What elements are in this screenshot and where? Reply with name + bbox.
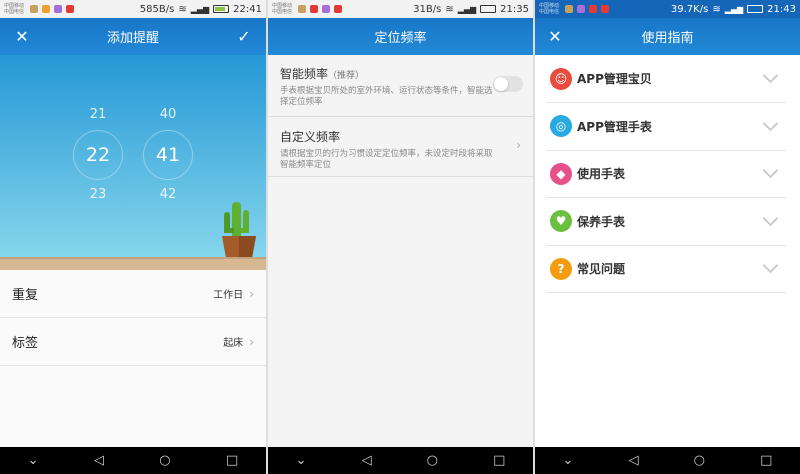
- nav-bar: ⌄ ◁ ○ □: [535, 447, 800, 474]
- notification-icon: [322, 5, 330, 13]
- recent-apps-icon[interactable]: □: [760, 453, 772, 468]
- guide-item[interactable]: ♥ 保养手表: [546, 198, 786, 246]
- battery-icon: [480, 5, 497, 13]
- guide-item[interactable]: ? 常见问题: [546, 245, 786, 293]
- home-icon[interactable]: ○: [427, 453, 438, 468]
- wifi-icon: ≋: [712, 3, 721, 15]
- guide-item-label: 常见问题: [577, 262, 626, 276]
- signal-icon: ▂▄▆: [457, 4, 477, 14]
- back-icon[interactable]: ◁: [94, 453, 104, 468]
- floor-decoration: [0, 257, 266, 270]
- notification-icon: [577, 5, 585, 13]
- close-icon[interactable]: ✕: [535, 18, 575, 55]
- guide-item[interactable]: ☺ APP管理宝贝: [546, 55, 786, 103]
- back-icon[interactable]: ◁: [629, 453, 639, 468]
- guide-item-icon: ☺: [550, 67, 572, 90]
- chevron-right-icon: ›: [249, 334, 254, 349]
- page-title: 定位频率: [374, 31, 427, 46]
- network-speed: 39.7K/s: [670, 3, 709, 15]
- app-header: ✕ 添加提醒 ✓: [0, 18, 266, 55]
- notification-icon: [334, 5, 342, 13]
- network-speed: 31B/s: [413, 3, 442, 15]
- guide-item-label: 保养手表: [577, 214, 626, 229]
- smart-frequency-toggle[interactable]: [493, 76, 523, 92]
- label-row[interactable]: 标签 起床 ›: [0, 318, 266, 366]
- battery-icon: [747, 5, 764, 13]
- repeat-row[interactable]: 重复 工作日 ›: [0, 270, 266, 318]
- chevron-down-icon[interactable]: ⌄: [296, 453, 307, 468]
- minute-selected[interactable]: 41: [143, 130, 193, 180]
- hour-next[interactable]: 23: [73, 187, 123, 202]
- notification-icon: [310, 5, 318, 13]
- page-title: 添加提醒: [106, 31, 159, 46]
- chevron-down-icon: [762, 210, 779, 226]
- notification-icon: [54, 5, 62, 13]
- hour-selected[interactable]: 22: [73, 130, 123, 180]
- chevron-down-icon: [762, 115, 779, 131]
- clock: 21:43: [767, 3, 796, 15]
- guide-item-label: APP管理手表: [577, 119, 652, 134]
- signal-icon: ▂▄▆: [190, 4, 210, 14]
- notification-icon: [565, 5, 573, 13]
- guide-item-label: 使用手表: [577, 167, 626, 181]
- guide-item-icon: ◎: [550, 115, 572, 137]
- notification-icon: [298, 5, 306, 13]
- status-bar: 中国移动 中国电信 31B/s ≋ ▂▄▆ 21:35: [268, 0, 533, 18]
- location-frequency-screen: 中国移动 中国电信 31B/s ≋ ▂▄▆ 21:35 定位频率 智能频率（推荐）…: [268, 0, 533, 474]
- wifi-icon: ≋: [178, 3, 187, 15]
- chevron-right-icon: ›: [249, 286, 254, 301]
- network-speed: 585B/s: [139, 3, 175, 15]
- status-bar: 中国移动 中国电信 585B/s ≋ ▂▄▆ 22:41: [0, 0, 266, 18]
- nav-bar: ⌄ ◁ ○ □: [0, 447, 266, 474]
- notification-icon: [30, 5, 38, 13]
- check-icon[interactable]: ✓: [224, 18, 264, 55]
- chevron-down-icon: [762, 162, 779, 179]
- wifi-icon: ≋: [445, 3, 454, 15]
- notification-icon: [42, 5, 50, 13]
- chevron-down-icon: [762, 67, 779, 84]
- app-header: 定位频率: [268, 18, 533, 55]
- recent-apps-icon[interactable]: □: [493, 453, 505, 468]
- chevron-down-icon: [762, 257, 779, 274]
- time-picker: 21 22 23 40 41 42: [0, 55, 266, 258]
- back-icon[interactable]: ◁: [362, 453, 372, 468]
- guide-item-label: APP管理宝贝: [577, 72, 652, 86]
- notification-icon: [601, 5, 609, 13]
- add-reminder-screen: 中国移动 中国电信 585B/s ≋ ▂▄▆ 22:41 ✕ 添加提醒 ✓ 21 …: [0, 0, 266, 474]
- close-icon[interactable]: ✕: [2, 18, 42, 55]
- guide-item[interactable]: ◎ APP管理手表: [546, 103, 786, 151]
- page-title: 使用指南: [641, 31, 694, 46]
- home-icon[interactable]: ○: [694, 453, 705, 468]
- hour-prev[interactable]: 21: [73, 107, 123, 122]
- guide-item-icon: ♥: [550, 210, 572, 232]
- guide-item[interactable]: ◆ 使用手表: [546, 150, 786, 198]
- notification-icon: [589, 5, 597, 13]
- chevron-down-icon[interactable]: ⌄: [28, 453, 39, 468]
- cactus-icon: [222, 202, 256, 258]
- app-header: ✕ 使用指南: [535, 18, 800, 55]
- clock: 21:35: [500, 3, 529, 15]
- battery-icon: [213, 5, 230, 13]
- clock: 22:41: [233, 3, 262, 15]
- custom-frequency-option[interactable]: 自定义频率 请根据宝贝的行为习惯设定定位频率，未设定时段将采取智能频率定位 ›: [268, 118, 533, 177]
- home-icon[interactable]: ○: [159, 453, 170, 468]
- minute-next[interactable]: 42: [143, 187, 193, 202]
- nav-bar: ⌄ ◁ ○ □: [268, 447, 533, 474]
- signal-icon: ▂▄▆: [724, 4, 744, 14]
- guide-item-icon: ◆: [550, 162, 572, 185]
- smart-frequency-option: 智能频率（推荐） 手表根据宝贝所处的室外环境、运行状态等条件，智能选择定位频率: [268, 55, 533, 117]
- notification-icon: [66, 5, 74, 13]
- recent-apps-icon[interactable]: □: [226, 453, 238, 468]
- status-bar: 中国移动 中国电信 39.7K/s ≋ ▂▄▆ 21:43: [535, 0, 800, 18]
- user-guide-screen: 中国移动 中国电信 39.7K/s ≋ ▂▄▆ 21:43 ✕ 使用指南 ☺ APP…: [535, 0, 800, 474]
- chevron-right-icon: ›: [516, 138, 521, 152]
- chevron-down-icon[interactable]: ⌄: [563, 453, 574, 468]
- minute-prev[interactable]: 40: [143, 107, 193, 122]
- guide-item-icon: ?: [550, 257, 572, 280]
